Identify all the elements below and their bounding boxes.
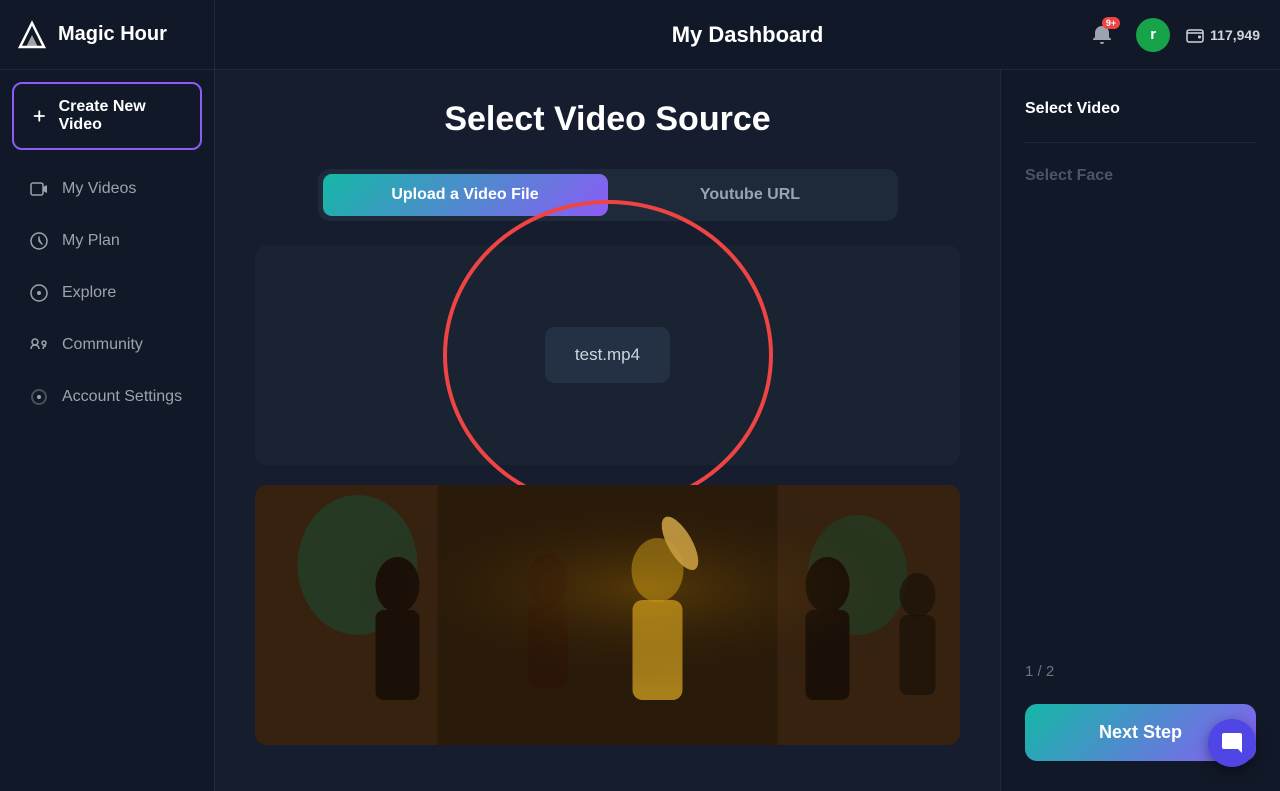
wallet-icon — [1186, 26, 1204, 44]
sidebar-item-my-plan[interactable]: My Plan — [8, 216, 206, 266]
chat-icon — [1220, 731, 1244, 755]
credits-display: 117,949 — [1186, 26, 1260, 44]
videos-icon — [28, 178, 50, 200]
sidebar-item-community[interactable]: Community — [8, 320, 206, 370]
page-title: My Dashboard — [672, 22, 824, 48]
right-panel: Select Video Select Face 1 / 2 Next Step — [1000, 70, 1280, 791]
step-select-face: Select Face — [1025, 167, 1256, 185]
community-icon — [28, 334, 50, 356]
step-counter: 1 / 2 — [1025, 663, 1256, 680]
upload-drop-area[interactable]: test.mp4 — [255, 245, 960, 465]
logo-area: Magic Hour — [0, 0, 214, 70]
topbar: My Dashboard 9+ r 117,949 — [215, 0, 1280, 70]
tab-upload-video[interactable]: Upload a Video File — [323, 174, 608, 216]
notification-badge: 9+ — [1102, 17, 1120, 29]
sidebar-nav: My Videos My Plan Explore — [0, 162, 214, 424]
step-divider — [1025, 142, 1256, 143]
plus-icon — [30, 106, 49, 126]
logo-text: Magic Hour — [58, 23, 167, 46]
sidebar-item-my-videos[interactable]: My Videos — [8, 164, 206, 214]
step-select-video: Select Video — [1025, 100, 1256, 118]
logo-icon — [16, 19, 48, 51]
notifications-button[interactable]: 9+ — [1084, 17, 1120, 53]
tab-youtube-url[interactable]: Youtube URL — [608, 174, 893, 216]
sidebar: Magic Hour Create New Video My Videos — [0, 0, 215, 791]
user-avatar[interactable]: r — [1136, 18, 1170, 52]
main-wrapper: Select Video Source Upload a Video File … — [215, 70, 1280, 791]
sidebar-item-explore[interactable]: Explore — [8, 268, 206, 318]
chat-button[interactable] — [1208, 719, 1256, 767]
video-thumbnail — [255, 485, 960, 745]
source-tabs: Upload a Video File Youtube URL — [318, 169, 898, 221]
crowd-svg — [255, 485, 960, 745]
create-new-video-button[interactable]: Create New Video — [12, 82, 202, 150]
explore-icon — [28, 282, 50, 304]
main-content: Select Video Source Upload a Video File … — [215, 70, 1000, 791]
topbar-right: 9+ r 117,949 — [1084, 17, 1260, 53]
section-title: Select Video Source — [255, 100, 960, 139]
file-name-display: test.mp4 — [545, 327, 670, 383]
sidebar-item-account-settings[interactable]: Account Settings — [8, 372, 206, 422]
settings-icon — [28, 386, 50, 408]
video-preview — [255, 485, 960, 745]
plan-icon — [28, 230, 50, 252]
